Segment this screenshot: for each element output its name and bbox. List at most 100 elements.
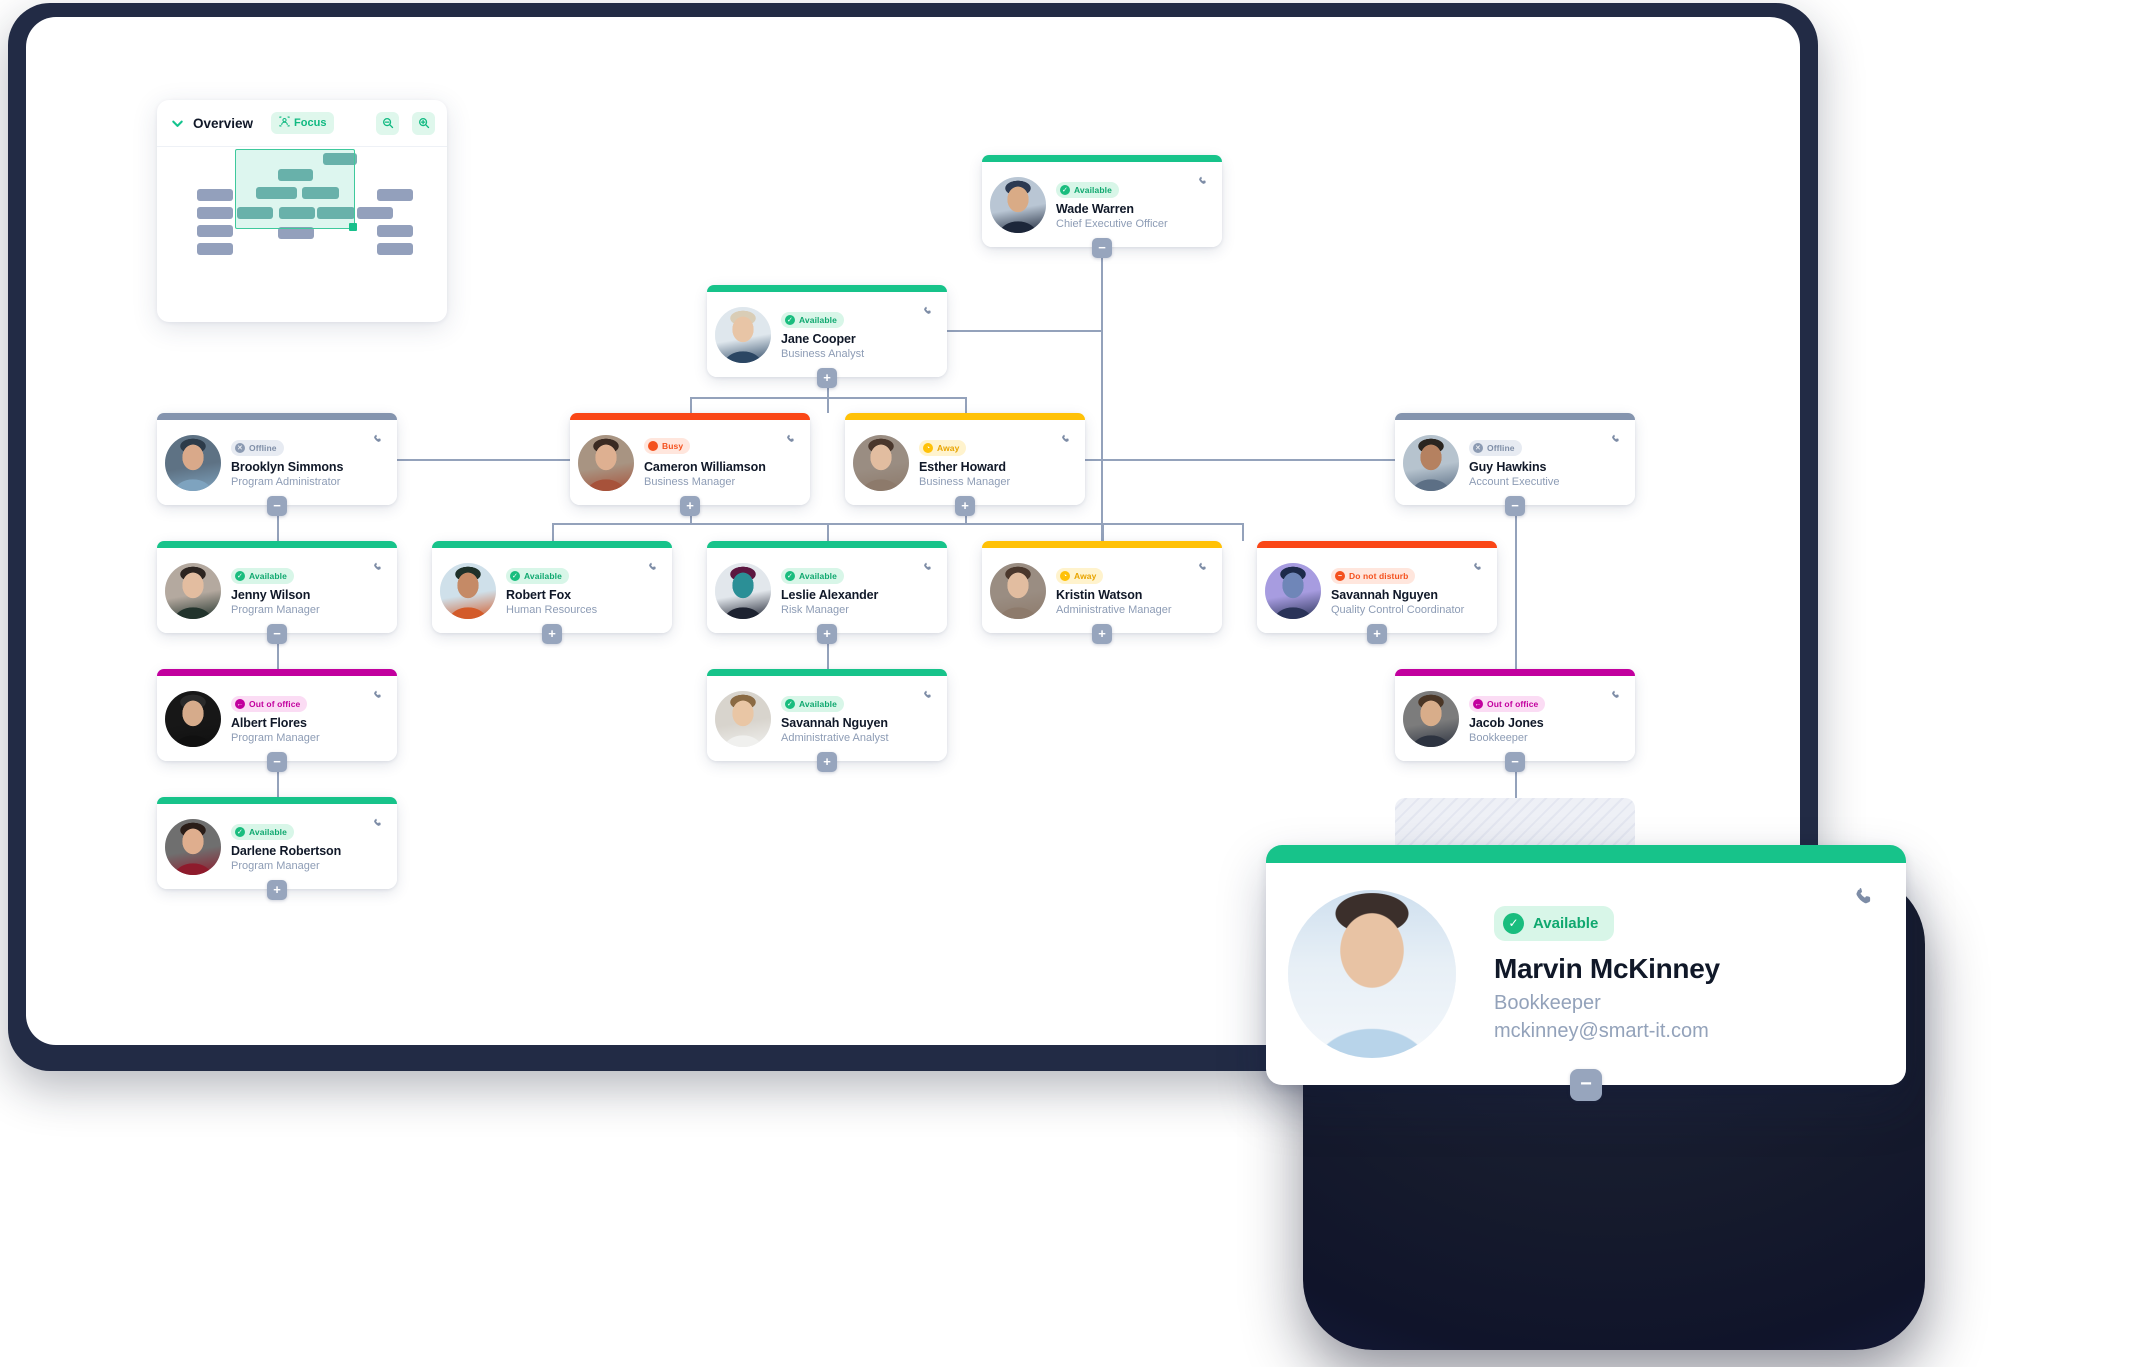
featured-status-chip: ✓ Available: [1494, 905, 1615, 941]
minimap[interactable]: [157, 147, 447, 319]
avatar: [1288, 890, 1456, 1058]
avatar: [165, 818, 221, 875]
node-name: Cameron Williamson: [644, 459, 766, 474]
collapse-toggle[interactable]: −: [267, 752, 287, 772]
phone-icon[interactable]: [1058, 431, 1076, 449]
node-role: Risk Manager: [781, 604, 849, 617]
status-badge: ✕ Offline: [231, 440, 284, 457]
phone-icon[interactable]: [370, 431, 388, 449]
phone-icon[interactable]: [920, 559, 938, 577]
phone-icon[interactable]: [1195, 559, 1213, 577]
expand-toggle[interactable]: +: [817, 752, 837, 772]
minimap-node: [377, 189, 413, 201]
org-node-card[interactable]: ✓ Available Savannah Nguyen Administrative …: [707, 669, 947, 772]
phone-icon[interactable]: [1608, 431, 1626, 449]
status-dot-icon: ◔: [923, 443, 933, 454]
expand-toggle[interactable]: +: [1367, 624, 1387, 644]
phone-icon[interactable]: [645, 559, 663, 577]
featured-profile-card[interactable]: ✓ Available Marvin McKinney Bookkeeper m…: [1266, 845, 1906, 1101]
minimap-viewport[interactable]: [235, 149, 355, 229]
node-body: ◔ Away Kristin Watson Administrative Manage…: [982, 548, 1222, 633]
expand-toggle[interactable]: +: [1092, 624, 1112, 644]
node-body: ✕ Offline Brooklyn Simmons Program Administ…: [157, 420, 397, 505]
avatar: [715, 562, 771, 619]
connector-line: [1515, 505, 1517, 669]
connector-line: [552, 523, 1242, 525]
node-body: ✕ Offline Guy Hawkins Account Executive: [1395, 420, 1635, 505]
zoom-in-button[interactable]: [412, 111, 435, 135]
node-meta: ✕ Offline Brooklyn Simmons Program Administ…: [221, 437, 387, 488]
phone-icon[interactable]: [1195, 173, 1213, 191]
collapse-toggle[interactable]: −: [267, 496, 287, 516]
org-node-card[interactable]: ✓ Available Jane Cooper Business Analyst +: [707, 285, 947, 388]
phone-icon[interactable]: [1470, 559, 1488, 577]
expand-toggle[interactable]: +: [267, 880, 287, 900]
org-node-card[interactable]: ◔ Away Esther Howard Business Manager +: [845, 413, 1085, 516]
featured-collapse-toggle[interactable]: −: [1570, 1069, 1602, 1101]
org-node-card[interactable]: ✓ Available Wade Warren Chief Executive Off…: [982, 155, 1222, 258]
status-badge: ◔ Away: [919, 440, 967, 457]
expand-toggle[interactable]: +: [542, 624, 562, 644]
phone-icon[interactable]: [370, 559, 388, 577]
minimap-node: [377, 243, 413, 255]
node-body: ✓ Available Savannah Nguyen Administrative …: [707, 676, 947, 761]
phone-icon[interactable]: [920, 687, 938, 705]
node-name: Jenny Wilson: [231, 588, 311, 603]
connector-line: [1102, 523, 1104, 541]
phone-icon[interactable]: [370, 815, 388, 833]
org-node-card[interactable]: − Do not disturb Savannah Nguyen Quality Co…: [1257, 541, 1497, 644]
featured-status-label: Available: [1533, 914, 1599, 932]
chevron-down-icon[interactable]: [169, 116, 185, 131]
focus-button[interactable]: Focus: [271, 112, 335, 134]
focus-label: Focus: [294, 117, 327, 129]
minimap-resize-handle[interactable]: [349, 223, 357, 231]
org-node-card[interactable]: ✕ Offline Guy Hawkins Account Executive −: [1395, 413, 1635, 516]
node-role: Administrative Manager: [1056, 604, 1172, 617]
status-dot-icon: ✓: [785, 315, 795, 326]
collapse-toggle[interactable]: −: [1092, 238, 1112, 258]
status-bar: [1395, 669, 1635, 676]
zoom-out-button[interactable]: [376, 111, 399, 135]
org-node-card[interactable]: ✓ Available Leslie Alexander Risk Manager +: [707, 541, 947, 644]
expand-toggle[interactable]: +: [817, 624, 837, 644]
featured-email[interactable]: mckinney@smart-it.com: [1494, 1020, 1880, 1043]
status-dot-icon: ←: [1473, 699, 1483, 710]
node-meta: ✓ Available Leslie Alexander Risk Manager: [771, 565, 937, 617]
org-node-card[interactable]: ✓ Available Robert Fox Human Resources +: [432, 541, 672, 644]
node-name: Kristin Watson: [1056, 588, 1143, 603]
phone-icon[interactable]: [370, 687, 388, 705]
status-label: Available: [249, 827, 287, 838]
org-node-card[interactable]: ← Out of office Albert Flores Program Manag…: [157, 669, 397, 772]
expand-toggle[interactable]: +: [680, 496, 700, 516]
status-dot-icon: ←: [235, 699, 245, 710]
avatar: [165, 690, 221, 747]
status-badge: Busy: [644, 437, 691, 454]
phone-icon[interactable]: [783, 431, 801, 449]
expand-toggle[interactable]: +: [955, 496, 975, 516]
org-node-card[interactable]: ✓ Available Jenny Wilson Program Manager −: [157, 541, 397, 644]
status-dot-icon: ✓: [235, 571, 245, 582]
org-node-card[interactable]: ✕ Offline Brooklyn Simmons Program Administ…: [157, 413, 397, 516]
status-label: Away: [1074, 571, 1097, 582]
collapse-toggle[interactable]: −: [1505, 752, 1525, 772]
node-body: Busy Cameron Williamson Business Manager: [570, 420, 810, 505]
node-role: Account Executive: [1469, 476, 1560, 489]
expand-toggle[interactable]: +: [817, 368, 837, 388]
collapse-toggle[interactable]: −: [267, 624, 287, 644]
phone-icon[interactable]: [1608, 687, 1626, 705]
org-node-card[interactable]: Busy Cameron Williamson Business Manager +: [570, 413, 810, 516]
node-meta: ← Out of office Jacob Jones Bookkeeper: [1459, 693, 1625, 744]
avatar: [715, 690, 771, 747]
org-node-card[interactable]: ◔ Away Kristin Watson Administrative Manage…: [982, 541, 1222, 644]
phone-icon[interactable]: [920, 303, 938, 321]
node-body: ✓ Available Jane Cooper Business Analyst: [707, 292, 947, 377]
status-badge: ✓ Available: [781, 312, 844, 329]
collapse-toggle[interactable]: −: [1505, 496, 1525, 516]
status-badge: ✓ Available: [781, 568, 844, 585]
org-node-card[interactable]: ← Out of office Jacob Jones Bookkeeper −: [1395, 669, 1635, 772]
org-node-card[interactable]: ✓ Available Darlene Robertson Program Manag…: [157, 797, 397, 900]
node-name: Jacob Jones: [1469, 716, 1544, 731]
phone-icon[interactable]: [1853, 885, 1876, 913]
node-meta: ◔ Away Kristin Watson Administrative Manage…: [1046, 565, 1212, 617]
status-label: Available: [799, 699, 837, 710]
